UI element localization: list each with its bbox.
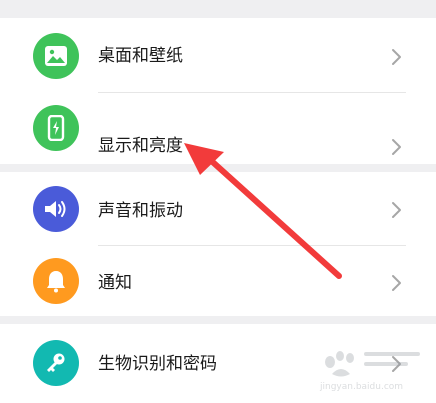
settings-item-label: 桌面和壁纸	[98, 46, 183, 66]
key-icon	[33, 340, 79, 386]
settings-item-label: 通知	[98, 273, 132, 293]
speaker-volume-icon	[33, 186, 79, 232]
settings-item-wallpaper[interactable]: 桌面和壁纸	[0, 20, 436, 92]
watermark-url: jingyan.baidu.com	[320, 382, 404, 392]
phone-brightness-icon	[33, 105, 79, 151]
settings-item-display-brightness[interactable]: 显示和亮度	[0, 92, 436, 164]
settings-group-sound-notify: 声音和振动 通知	[0, 172, 436, 316]
wallpaper-image-icon	[33, 33, 79, 79]
settings-item-label: 生物识别和密码	[98, 354, 217, 374]
baidu-jingyan-watermark: jingyan.baidu.com	[316, 346, 428, 396]
chevron-right-icon	[392, 139, 401, 155]
settings-item-sound-vibration[interactable]: 声音和振动	[0, 172, 436, 244]
settings-item-notifications[interactable]: 通知	[0, 245, 436, 317]
settings-item-label: 声音和振动	[98, 201, 183, 221]
settings-group-display: 桌面和壁纸 显示和亮度	[0, 18, 436, 164]
bell-icon	[33, 258, 79, 304]
chevron-right-icon	[392, 275, 401, 291]
chevron-right-icon	[392, 49, 401, 65]
settings-item-label: 显示和亮度	[98, 136, 183, 156]
chevron-right-icon	[392, 202, 401, 218]
